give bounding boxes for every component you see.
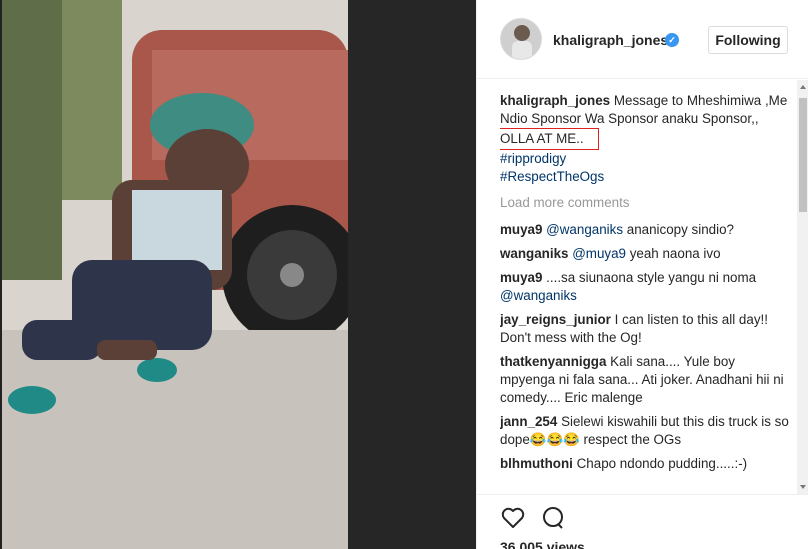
hashtag-respecttheogs[interactable]: #RespectTheOgs <box>500 168 792 186</box>
comment-item: muya9 ....sa siunaona style yangu ni nom… <box>500 269 792 305</box>
comment-trailing-mention[interactable]: @wanganiks <box>500 287 792 305</box>
header-username[interactable]: khaligraph_jones <box>553 32 668 48</box>
heart-icon[interactable] <box>500 505 526 531</box>
comments-scrollbar[interactable] <box>797 80 808 494</box>
comment-username[interactable]: muya9 <box>500 222 542 237</box>
post-side-panel: khaligraph_jones ✓ Following khaligraph_… <box>476 0 808 549</box>
view-count: 36,005 views <box>500 539 585 549</box>
highlighted-caption-line: OLLA AT ME.. <box>500 128 599 150</box>
verified-badge-icon: ✓ <box>665 33 679 47</box>
comment-item: thatkenyannigga Kali sana.... Yule boy m… <box>500 353 792 407</box>
load-more-comments-button[interactable]: Load more comments <box>500 194 792 212</box>
media-background <box>348 0 476 549</box>
scroll-up-arrow-icon[interactable] <box>800 85 806 89</box>
post-caption: khaligraph_jones Message to Mheshimiwa ,… <box>500 92 792 186</box>
avatar[interactable] <box>500 18 542 60</box>
post-header: khaligraph_jones ✓ Following <box>477 0 808 79</box>
post-video[interactable] <box>2 0 348 549</box>
post-actions: 36,005 views <box>477 494 808 549</box>
comment-item: jann_254 Sielewi kiswahili but this dis … <box>500 413 792 449</box>
comment-item: jay_reigns_junior I can listen to this a… <box>500 311 792 347</box>
comment-item: muya9 @wanganiks ananicopy sindio? <box>500 221 792 239</box>
comment-text: ....sa siunaona style yangu ni noma <box>546 270 757 285</box>
comment-mention[interactable]: @muya9 <box>572 246 626 261</box>
comment-text: yeah naona ivo <box>626 246 721 261</box>
comment-username[interactable]: jay_reigns_junior <box>500 312 611 327</box>
comment-text: Chapo ndondo pudding.....:-) <box>576 456 748 471</box>
comment-username[interactable]: jann_254 <box>500 414 557 429</box>
comments-list: khaligraph_jones Message to Mheshimiwa ,… <box>500 92 792 494</box>
video-frame-illustration <box>2 0 348 549</box>
comment-item: blhmuthoni Chapo ndondo pudding.....:-) <box>500 455 792 473</box>
comment-mention[interactable]: @wanganiks <box>546 222 623 237</box>
caption-username[interactable]: khaligraph_jones <box>500 93 610 108</box>
scroll-down-arrow-icon[interactable] <box>800 485 806 489</box>
following-button[interactable]: Following <box>708 26 788 54</box>
comment-item: wanganiks @muya9 yeah naona ivo <box>500 245 792 263</box>
scrollbar-thumb[interactable] <box>799 98 807 212</box>
comment-username[interactable]: muya9 <box>500 270 542 285</box>
comment-text: ananicopy sindio? <box>623 222 734 237</box>
hashtag-ripprodigy[interactable]: #ripprodigy <box>500 150 792 168</box>
comment-icon[interactable] <box>540 505 566 531</box>
comment-username[interactable]: thatkenyannigga <box>500 354 606 369</box>
comment-username[interactable]: blhmuthoni <box>500 456 573 471</box>
comment-username[interactable]: wanganiks <box>500 246 568 261</box>
